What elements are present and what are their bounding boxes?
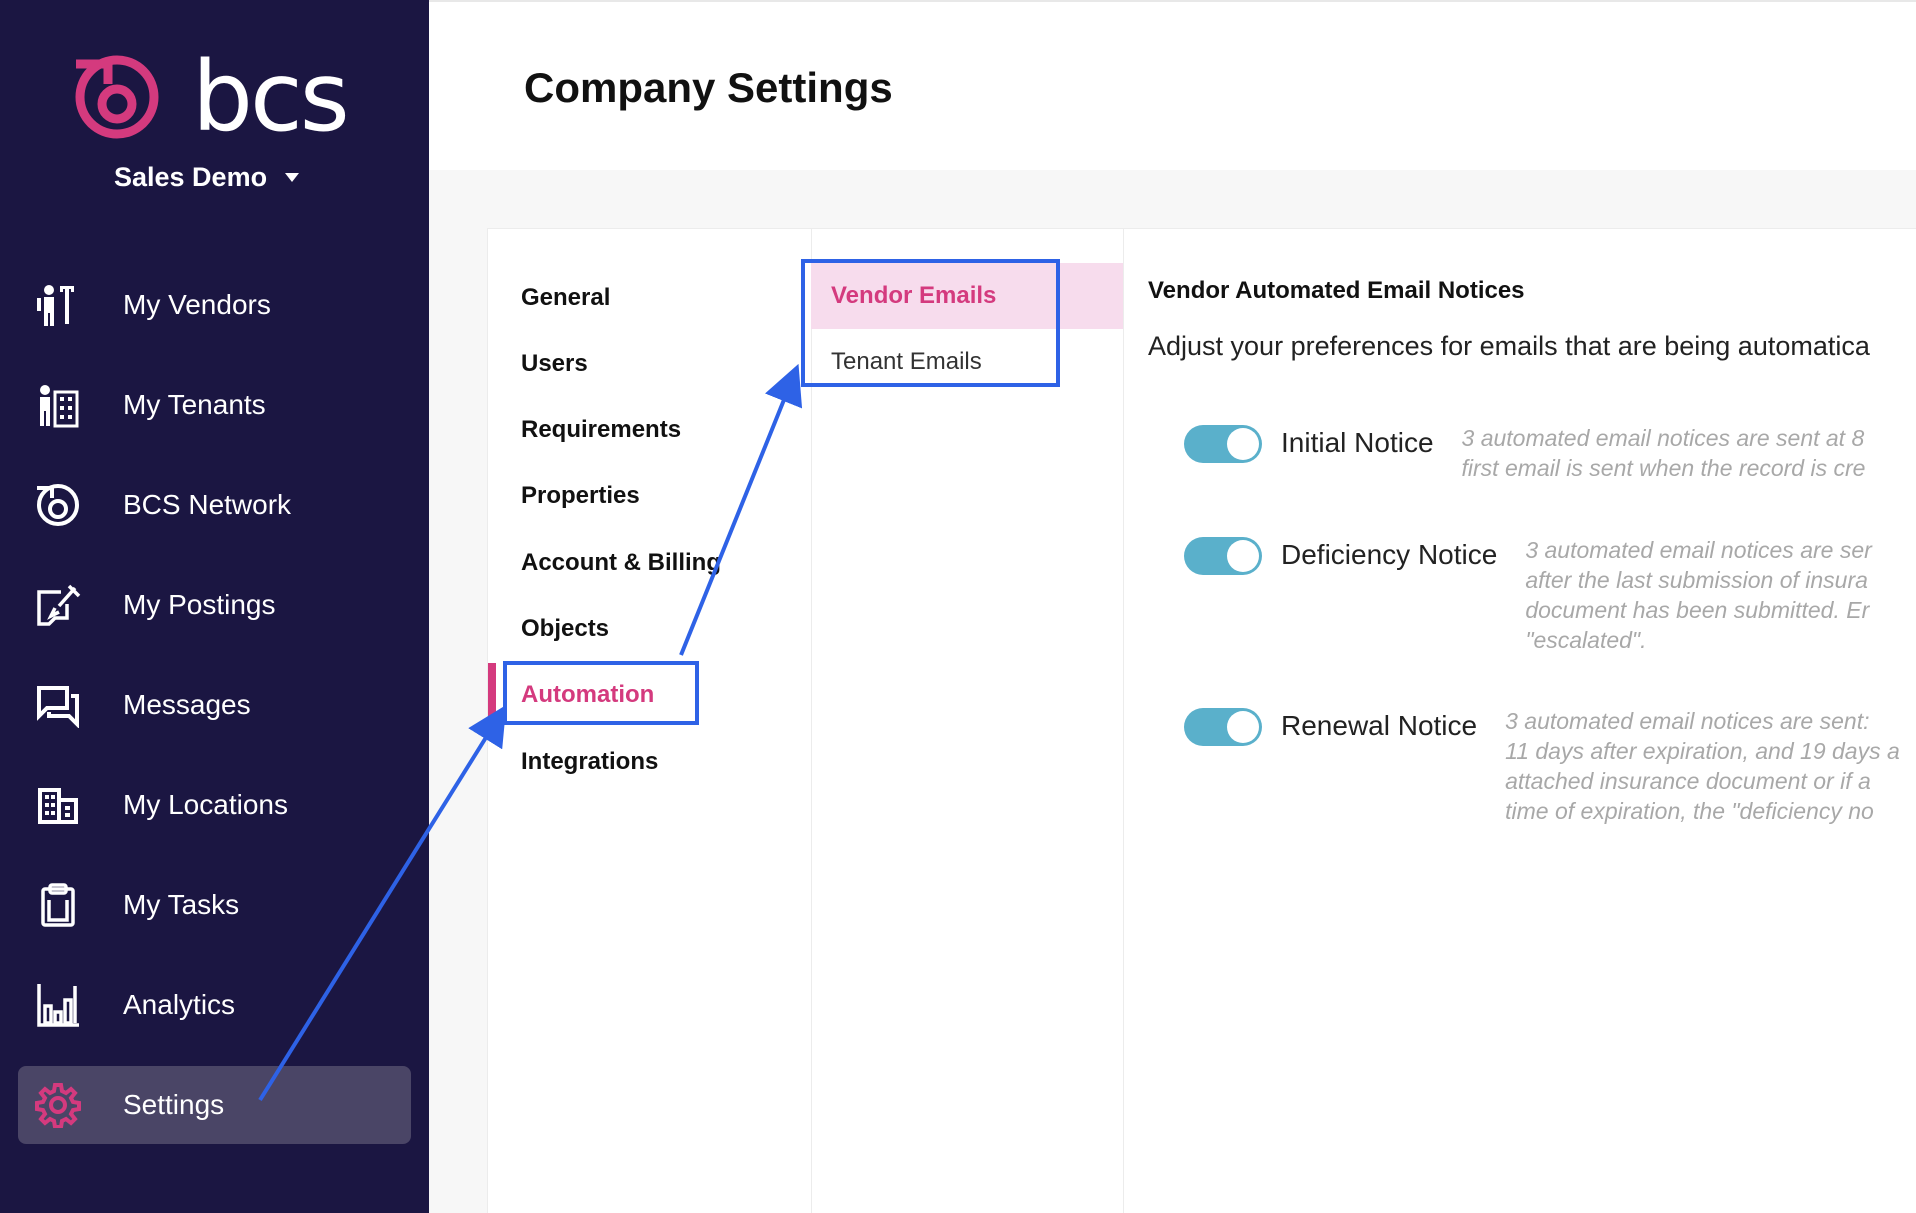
sidebar-item-label: My Tenants [123, 389, 266, 420]
sidebar-item-label: My Postings [123, 589, 276, 620]
sidebar-item-label: Analytics [123, 989, 236, 1020]
toggle-knob [1227, 711, 1259, 743]
sidebar-item-messages[interactable]: Messages [18, 666, 411, 744]
sidebar-item-settings[interactable]: Settings [18, 1066, 411, 1144]
settings-panel: General Users Requirements Properties Ac… [487, 228, 1916, 1213]
sidebar-item-analytics[interactable]: Analytics [18, 966, 411, 1044]
active-indicator [488, 663, 496, 719]
messages-icon [32, 679, 84, 731]
page-header: Company Settings [429, 0, 1916, 172]
locations-icon [32, 779, 84, 831]
vendor-icon [32, 279, 84, 331]
tenant-icon [32, 379, 84, 431]
notice-initial: Initial Notice 3 automated email notices… [1184, 423, 1865, 483]
notice-description: 3 automated email notices are sent at 8 … [1461, 425, 1866, 481]
caret-down-icon [285, 173, 300, 182]
menu-item-properties[interactable]: Properties [521, 482, 640, 510]
toggle-knob [1227, 540, 1259, 572]
renewal-notice-toggle[interactable] [1184, 708, 1262, 746]
org-name: Sales Demo [114, 162, 268, 192]
menu-item-objects[interactable]: Objects [521, 615, 609, 643]
sidebar-item-my-locations[interactable]: My Locations [18, 766, 411, 844]
menu-item-requirements[interactable]: Requirements [521, 416, 681, 444]
notice-deficiency: Deficiency Notice 3 automated email noti… [1184, 535, 1872, 655]
bcs-logo-icon [75, 55, 159, 139]
vendor-email-settings: Vendor Automated Email Notices Adjust yo… [1148, 229, 1916, 1213]
sidebar-nav: My Vendors My Tenants BCS Network My Pos… [18, 266, 411, 1166]
sidebar-item-label: My Vendors [123, 289, 271, 320]
postings-icon [32, 579, 84, 631]
annotation-box-automation [503, 661, 699, 725]
sidebar-item-label: BCS Network [123, 489, 292, 520]
section-title: Vendor Automated Email Notices [1148, 277, 1525, 304]
gear-icon [32, 1079, 84, 1131]
sidebar-item-label: My Locations [123, 789, 288, 820]
menu-item-users[interactable]: Users [521, 350, 588, 378]
annotation-box-emails [801, 259, 1060, 387]
analytics-icon [32, 979, 84, 1031]
menu-item-account-billing[interactable]: Account & Billing [521, 549, 721, 577]
notice-label: Deficiency Notice [1281, 539, 1498, 570]
sidebar-item-label: Messages [123, 689, 251, 720]
sidebar-item-label: My Tasks [123, 889, 240, 920]
brand-name: bcs [192, 41, 350, 153]
notice-label: Initial Notice [1281, 427, 1434, 458]
sidebar-item-my-tenants[interactable]: My Tenants [18, 366, 411, 444]
initial-notice-toggle[interactable] [1184, 425, 1262, 463]
toggle-knob [1227, 428, 1259, 460]
sidebar-item-my-tasks[interactable]: My Tasks [18, 866, 411, 944]
section-description: Adjust your preferences for emails that … [1148, 331, 1870, 361]
org-switcher[interactable]: Sales Demo [114, 162, 300, 193]
sidebar-item-my-postings[interactable]: My Postings [18, 566, 411, 644]
menu-item-general[interactable]: General [521, 284, 610, 312]
notice-description: 3 automated email notices are ser after … [1525, 537, 1872, 653]
notice-description: 3 automated email notices are sent: 11 d… [1505, 708, 1900, 824]
sidebar-item-bcs-network[interactable]: BCS Network [18, 466, 411, 544]
page-title: Company Settings [524, 64, 893, 111]
deficiency-notice-toggle[interactable] [1184, 537, 1262, 575]
tasks-icon [32, 879, 84, 931]
notice-renewal: Renewal Notice 3 automated email notices… [1184, 706, 1900, 826]
sidebar: bcs Sales Demo My Vendors My Tenants BCS… [0, 0, 429, 1213]
sidebar-item-label: Settings [123, 1089, 225, 1120]
bcs-logo[interactable]: bcs [72, 41, 350, 153]
sidebar-item-my-vendors[interactable]: My Vendors [18, 266, 411, 344]
notice-label: Renewal Notice [1281, 710, 1478, 741]
menu-item-integrations[interactable]: Integrations [521, 748, 658, 776]
network-icon [32, 479, 84, 531]
